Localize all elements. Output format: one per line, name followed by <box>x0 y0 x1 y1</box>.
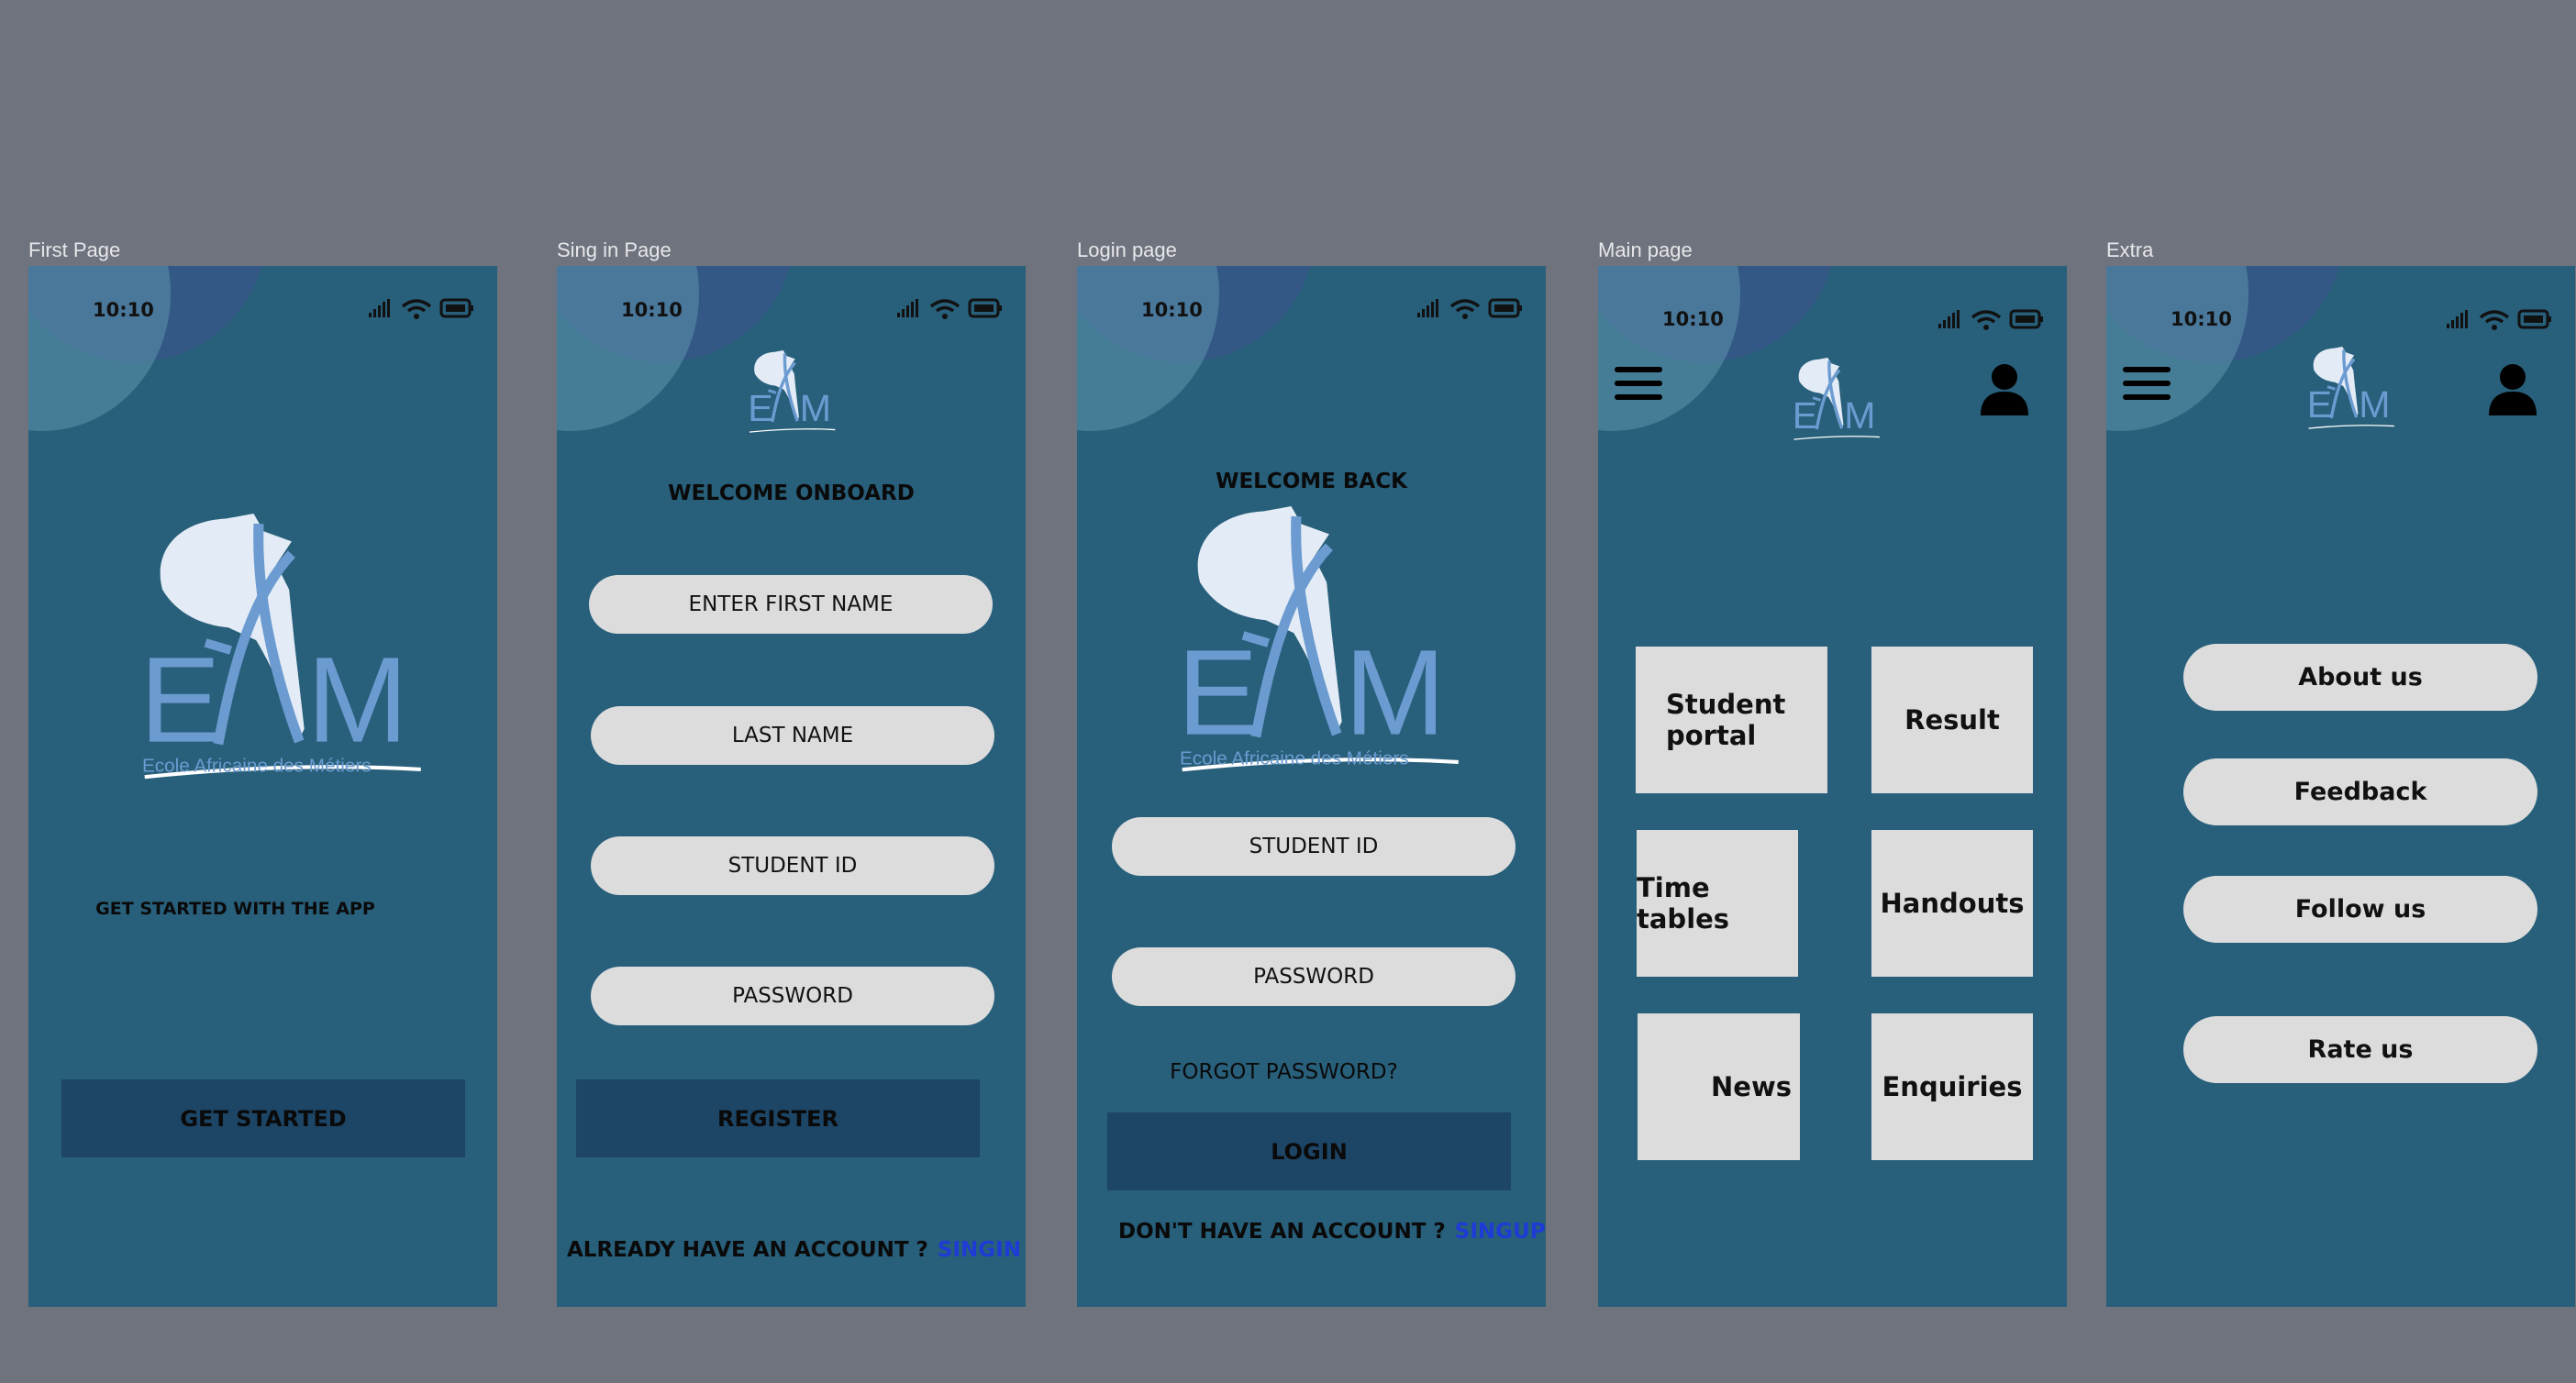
battery-icon <box>968 298 1004 318</box>
footer-text: DON'T HAVE AN ACCOUNT ? <box>1118 1220 1446 1244</box>
status-icons <box>1417 298 1524 319</box>
get-started-button[interactable]: GET STARTED <box>61 1079 465 1157</box>
password-field[interactable]: PASSWORD <box>591 967 994 1025</box>
decor-circle <box>557 266 699 431</box>
wifi-icon <box>1449 299 1481 319</box>
signal-icon <box>897 299 918 317</box>
frame-label-first: First Page <box>28 238 121 261</box>
signal-icon <box>1938 310 1960 328</box>
student-id-field[interactable]: STUDENT ID <box>591 836 994 895</box>
handouts-tile[interactable]: Handouts <box>1871 830 2033 977</box>
signal-icon <box>1417 299 1438 317</box>
tagline: GET STARTED WITH THE APP <box>95 899 375 919</box>
signin-page-screen: 10:10 WELCOME ONBOARD ENTER FIRST NAME L… <box>557 266 1026 1307</box>
signin-footer: ALREADY HAVE AN ACCOUNT ? SINGIN <box>567 1238 1021 1262</box>
login-footer: DON'T HAVE AN ACCOUNT ? SINGUP <box>1118 1220 1546 1244</box>
news-tile[interactable]: News <box>1638 1013 1800 1160</box>
battery-icon <box>439 298 475 318</box>
status-icons <box>897 298 1004 319</box>
eam-logo: Ecole Africaine des Métiers <box>1158 506 1488 772</box>
eam-logo-small <box>2305 347 2396 429</box>
about-us-button[interactable]: About us <box>2183 644 2537 711</box>
battery-icon <box>1488 298 1524 318</box>
time-tables-tile[interactable]: Time tables <box>1637 830 1798 977</box>
first-page-screen: 10:10 Ecole Africaine des Métiers GET ST… <box>28 266 497 1307</box>
password-field[interactable]: PASSWORD <box>1112 947 1516 1006</box>
extra-page-screen: 10:10 About us Feedback Follow us Rate u… <box>2106 266 2575 1307</box>
status-time: 10:10 <box>2171 308 2232 330</box>
signal-icon <box>369 299 390 317</box>
logo-caption: Ecole Africaine des Métiers <box>1180 748 1409 769</box>
last-name-field[interactable]: LAST NAME <box>591 706 994 765</box>
decor-circle <box>28 266 171 431</box>
signin-link[interactable]: SINGIN <box>938 1238 1021 1262</box>
forgot-password-link[interactable]: FORGOT PASSWORD? <box>1077 1060 1518 1084</box>
welcome-back-heading: WELCOME BACK <box>1216 470 1407 493</box>
status-icons <box>1938 309 2045 330</box>
logo-caption: Ecole Africaine des Métiers <box>142 756 372 777</box>
battery-icon <box>2009 309 2045 329</box>
welcome-heading: WELCOME ONBOARD <box>668 481 915 505</box>
register-button[interactable]: REGISTER <box>576 1079 980 1157</box>
follow-us-button[interactable]: Follow us <box>2183 876 2537 943</box>
login-page-screen: 10:10 WELCOME BACK Ecole Africaine des M… <box>1077 266 1546 1307</box>
frame-label-main: Main page <box>1598 238 1693 261</box>
battery-icon <box>2517 309 2553 329</box>
status-time: 10:10 <box>1141 299 1203 321</box>
student-portal-tile[interactable]: Student portal <box>1636 647 1827 793</box>
feedback-button[interactable]: Feedback <box>2183 758 2537 825</box>
wifi-icon <box>2479 310 2510 330</box>
login-button[interactable]: LOGIN <box>1107 1112 1511 1190</box>
frame-label-login: Login page <box>1077 238 1177 261</box>
wifi-icon <box>401 299 432 319</box>
enquiries-tile[interactable]: Enquiries <box>1871 1013 2033 1160</box>
user-icon[interactable] <box>2487 362 2538 415</box>
status-time: 10:10 <box>93 299 154 321</box>
status-icons <box>2447 309 2553 330</box>
menu-icon[interactable] <box>2123 367 2171 409</box>
first-name-field[interactable]: ENTER FIRST NAME <box>589 575 993 634</box>
result-tile[interactable]: Result <box>1871 647 2033 793</box>
frame-label-signin: Sing in Page <box>557 238 672 261</box>
rate-us-button[interactable]: Rate us <box>2183 1016 2537 1083</box>
footer-text: ALREADY HAVE AN ACCOUNT ? <box>567 1238 928 1262</box>
frame-label-extra: Extra <box>2106 238 2154 261</box>
signal-icon <box>2447 310 2468 328</box>
status-time: 10:10 <box>1662 308 1724 330</box>
decor-circle <box>1077 266 1219 431</box>
status-icons <box>369 298 475 319</box>
user-icon[interactable] <box>1979 362 2030 415</box>
eam-logo: Ecole Africaine des Métiers <box>120 514 450 780</box>
student-id-field[interactable]: STUDENT ID <box>1112 817 1516 876</box>
main-page-screen: 10:10 Student portal Result Time tables … <box>1598 266 2067 1307</box>
eam-logo-small <box>1790 358 1882 440</box>
eam-logo-small <box>746 350 838 433</box>
wifi-icon <box>929 299 960 319</box>
wifi-icon <box>1971 310 2002 330</box>
menu-icon[interactable] <box>1615 367 1662 409</box>
status-time: 10:10 <box>621 299 683 321</box>
signup-link[interactable]: SINGUP <box>1455 1220 1546 1244</box>
